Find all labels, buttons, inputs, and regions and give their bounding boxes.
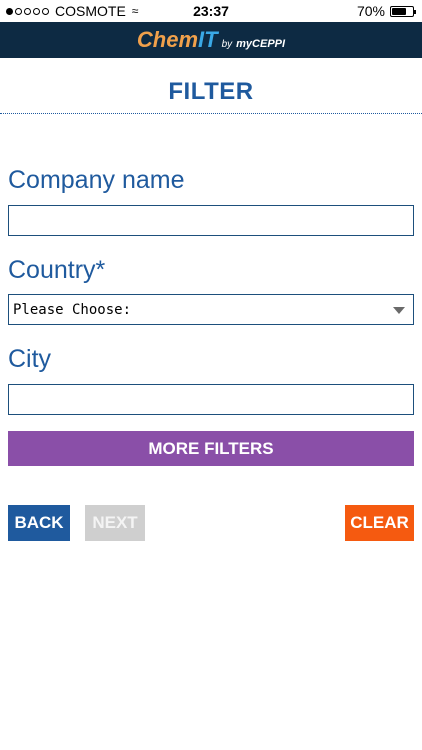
battery-percent: 70% [356, 3, 385, 19]
back-button[interactable]: BACK [8, 505, 70, 541]
chemit-logo: ChemIT by myCEPPI [137, 27, 285, 53]
status-bar: COSMOTE ≈ 23:37 70% [0, 0, 422, 22]
more-filters-button[interactable]: MORE FILTERS [8, 431, 414, 466]
chevron-down-icon [393, 307, 405, 314]
battery-icon [390, 5, 416, 17]
status-right: 70% [356, 3, 416, 19]
title-divider [0, 113, 422, 114]
app-header: ChemIT by myCEPPI [0, 22, 422, 58]
logo-it-text: IT [198, 27, 218, 52]
country-selected-value: Please Choose: [13, 301, 132, 318]
clear-button[interactable]: CLEAR [345, 505, 414, 541]
next-button[interactable]: NEXT [85, 505, 145, 541]
battery-fill [392, 7, 406, 15]
logo-chem-text: Chem [136, 27, 199, 52]
city-label: City [8, 345, 52, 373]
country-select[interactable]: Please Choose: [8, 294, 414, 325]
logo-brand-text: myCEPPI [236, 38, 286, 50]
country-label: Country* [8, 256, 106, 284]
page-title: FILTER [168, 78, 254, 105]
logo-by-text: by [221, 39, 233, 50]
company-name-input[interactable] [8, 205, 414, 236]
company-name-label: Company name [8, 166, 185, 194]
city-input[interactable] [8, 384, 414, 415]
